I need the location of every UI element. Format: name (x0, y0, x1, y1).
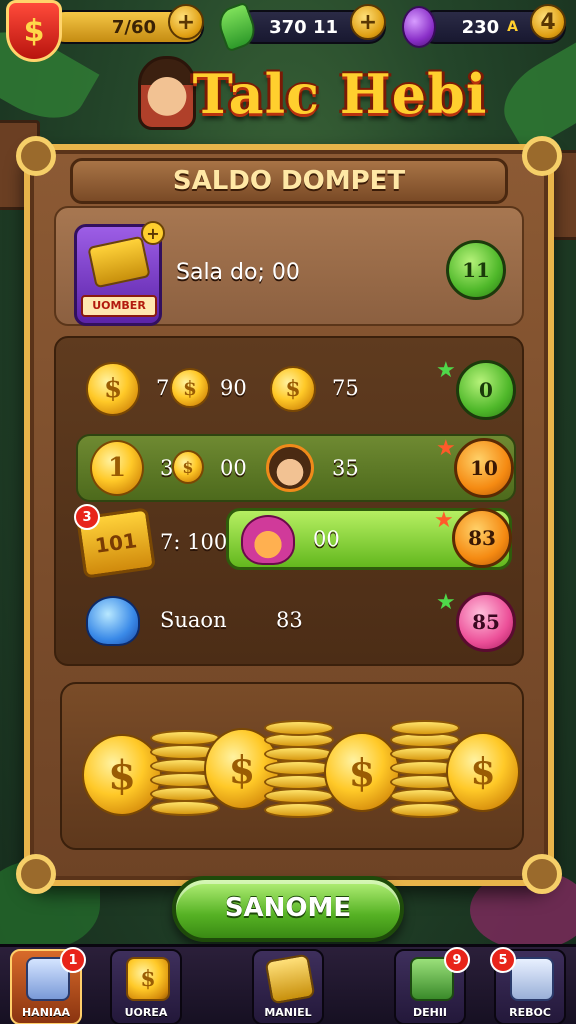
nav-label: DEHII (412, 1006, 448, 1019)
star-icon: ★ (436, 436, 456, 461)
notification-badge: 1 (60, 947, 86, 973)
nav-item-haniaa[interactable]: HANIAA 1 (10, 947, 86, 1024)
bottom-navigation: HANIAA 1 $ UOREA MANIEL DEHII 9 REBOC 5 (0, 944, 576, 1024)
coin-icon: $ (170, 368, 210, 408)
wallet-money-icon[interactable]: UOMBER + (74, 221, 165, 326)
nav-label: HANIAA (21, 1006, 71, 1019)
row-text-b: 00 (220, 456, 247, 480)
coin-icon: $ (270, 366, 316, 412)
row-text-b: 90 (220, 376, 247, 400)
gem-plus-label: 4 (540, 9, 556, 35)
nav-item-maniel[interactable]: MANIEL (252, 949, 324, 1024)
gem-value: 230 (461, 16, 500, 38)
main-action-button[interactable]: SANOME (172, 876, 404, 942)
row-orange-button[interactable]: 83 (452, 508, 512, 568)
row-text-a: 7 (156, 376, 170, 400)
coin-icon: $ (324, 732, 400, 812)
wallet-balance-label: Sala do; 00 (176, 260, 300, 285)
plus-icon: + (358, 9, 378, 35)
nav-item-uorea[interactable]: $ UOREA (110, 949, 182, 1024)
row-pink-button[interactable]: 85 (456, 592, 516, 652)
wallet-summary-card: UOMBER + Sala do; 00 11 (54, 206, 524, 326)
coin-treasure-display: $ $ $ $ (60, 682, 524, 850)
wallet-rows-box: $ 7 $ 90 $ 75 ★ 0 1 3 $ 00 35 ★ 10 10 1 3… (54, 336, 524, 666)
row-text-a: 7: 100 (160, 530, 228, 554)
add-gem-button[interactable]: 4 (530, 4, 566, 40)
star-icon: ★ (436, 358, 456, 383)
add-leaf-button[interactable]: + (350, 4, 386, 40)
panel-corner-ornament (16, 854, 56, 894)
panel-corner-ornament (522, 136, 562, 176)
gold-bar-icon (264, 953, 316, 1005)
wallet-green-button[interactable]: 11 (446, 240, 506, 300)
blue-creature-icon (86, 596, 140, 646)
shield-dollar-icon: $ (6, 0, 62, 62)
eggplant-icon (402, 6, 436, 48)
game-title: Talc Hebi (192, 62, 488, 126)
pink-creature-icon (241, 515, 295, 565)
notification-badge: 9 (444, 947, 470, 973)
plus-icon: + (176, 9, 196, 35)
gold-value: 7/60 (111, 16, 156, 38)
wallet-row-highlighted[interactable]: 1 3 $ 00 35 ★ 10 (76, 434, 516, 502)
nav-label: REBOC (509, 1006, 551, 1019)
calendar-grid-icon (510, 957, 554, 1001)
player-avatar[interactable] (138, 56, 196, 130)
character-portrait-icon (266, 444, 314, 492)
resource-bar: 7/60 + $ 370 11 + 230 A 4 (0, 0, 576, 62)
star-icon: ★ (434, 508, 454, 533)
add-gold-button[interactable]: + (168, 4, 204, 40)
panel-corner-ornament (16, 136, 56, 176)
nav-label: MANIEL (264, 1006, 312, 1019)
row-green-button[interactable]: 0 (456, 360, 516, 420)
coin-icon: $ (172, 450, 204, 484)
row-text-c: 75 (332, 376, 359, 400)
nav-item-dehii[interactable]: DEHII 9 (394, 947, 470, 1024)
nav-label: UOREA (124, 1006, 168, 1019)
notification-badge: 3 (74, 504, 100, 530)
dollar-coin-icon: $ (126, 957, 170, 1001)
wallet-row[interactable]: Suaon 83 ★ 85 (80, 588, 518, 656)
row-text-c: 35 (332, 456, 359, 480)
coin-icon: 1 (90, 440, 144, 496)
panel-title: SALDO DOMPET (70, 158, 508, 204)
row-text-b: 00 (313, 527, 340, 551)
row-orange-button[interactable]: 10 (454, 438, 514, 498)
wallet-badge-label: UOMBER (81, 295, 157, 317)
plus-icon: + (141, 221, 165, 245)
nav-item-reboc[interactable]: REBOC 5 (490, 947, 566, 1024)
panel-corner-ornament (522, 854, 562, 894)
gem-suffix: A (507, 19, 518, 35)
wallet-row[interactable]: $ 7 $ 90 $ 75 ★ 0 (80, 356, 518, 424)
coin-icon: $ (86, 362, 140, 416)
row-text-a: Suaon (160, 608, 227, 632)
cash-bundle-icon (87, 235, 151, 289)
leaf-value: 370 11 (269, 16, 338, 38)
star-icon: ★ (436, 590, 456, 615)
coin-icon: $ (446, 732, 520, 812)
row-text-b: 83 (276, 608, 303, 632)
notification-badge: 5 (490, 947, 516, 973)
